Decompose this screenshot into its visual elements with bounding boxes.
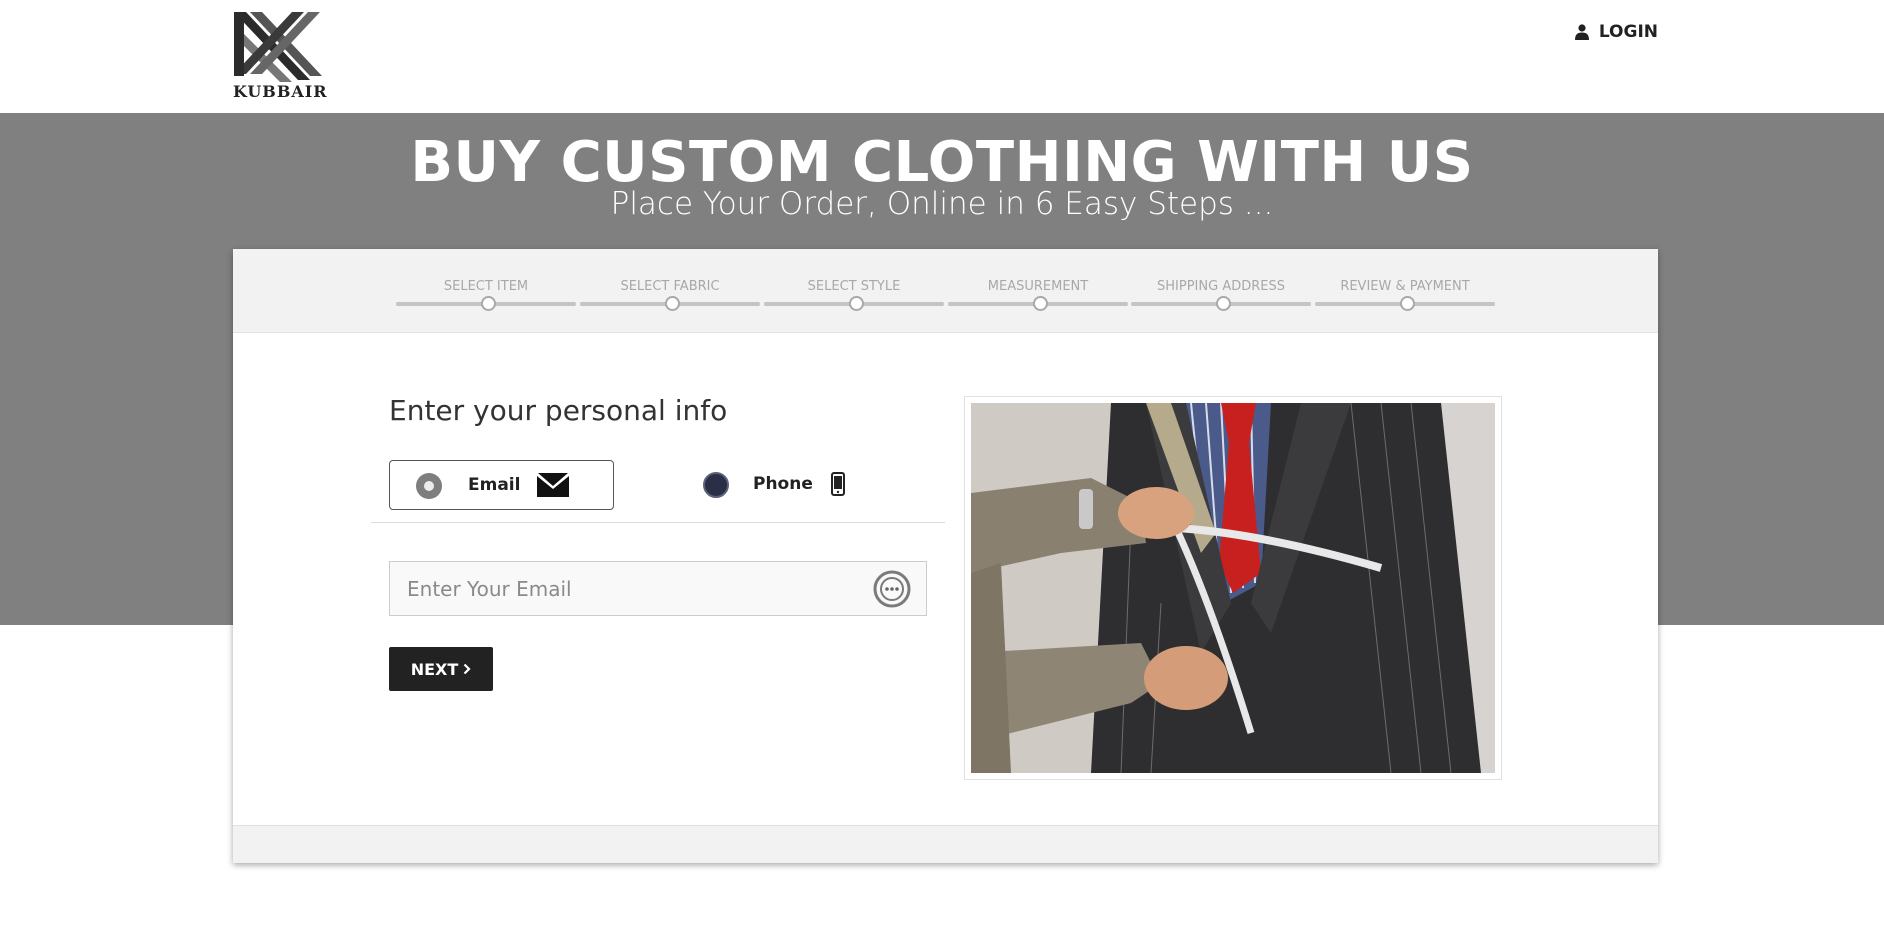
step-select-item[interactable]: SELECT ITEM bbox=[396, 279, 576, 319]
step-label: SELECT STYLE bbox=[807, 279, 901, 294]
chat-bubble-icon bbox=[873, 570, 911, 608]
user-icon bbox=[1574, 24, 1589, 40]
radio-selected[interactable] bbox=[416, 473, 442, 499]
login-label: LOGIN bbox=[1598, 22, 1658, 42]
email-option[interactable]: Email bbox=[389, 460, 614, 510]
step-label: SHIPPING ADDRESS bbox=[1157, 279, 1285, 294]
email-input[interactable] bbox=[390, 562, 860, 615]
step-marker bbox=[1216, 296, 1231, 311]
hero-subtitle: Place Your Order, Online in 6 Easy Steps… bbox=[610, 186, 1274, 222]
step-marker bbox=[665, 296, 680, 311]
step-measurement[interactable]: MEASUREMENT bbox=[948, 279, 1128, 319]
card-footer bbox=[233, 825, 1658, 863]
email-field-wrapper bbox=[389, 561, 927, 616]
email-option-label: Email bbox=[468, 475, 521, 495]
mobile-phone-icon bbox=[831, 472, 845, 496]
phone-option-label: Phone bbox=[753, 474, 813, 494]
login-link[interactable]: LOGIN bbox=[1574, 22, 1658, 42]
form-title: Enter your personal info bbox=[389, 394, 728, 427]
step-label: REVIEW & PAYMENT bbox=[1340, 279, 1470, 294]
photo-frame bbox=[964, 396, 1502, 780]
step-select-style[interactable]: SELECT STYLE bbox=[764, 279, 944, 319]
step-label: SELECT ITEM bbox=[443, 279, 529, 294]
order-card: SELECT ITEM SELECT FABRIC SELECT STYLE M… bbox=[233, 249, 1658, 863]
radio-unselected[interactable] bbox=[703, 472, 729, 498]
site-header: KUBBAIR LOGIN bbox=[0, 0, 1884, 113]
next-button-label: NEXT bbox=[410, 659, 459, 679]
step-review-payment[interactable]: REVIEW & PAYMENT bbox=[1315, 279, 1495, 319]
brand-name: KUBBAIR bbox=[233, 82, 328, 101]
divider bbox=[371, 522, 945, 523]
chevron-right-icon bbox=[464, 663, 471, 675]
step-shipping-address[interactable]: SHIPPING ADDRESS bbox=[1131, 279, 1311, 319]
tailor-measuring-photo bbox=[971, 403, 1495, 773]
step-label: SELECT FABRIC bbox=[620, 279, 720, 294]
step-marker bbox=[481, 296, 496, 311]
envelope-icon bbox=[537, 473, 569, 497]
step-label: MEASUREMENT bbox=[987, 279, 1089, 294]
step-marker bbox=[849, 296, 864, 311]
next-button[interactable]: NEXT bbox=[389, 647, 493, 691]
step-select-fabric[interactable]: SELECT FABRIC bbox=[580, 279, 760, 319]
step-marker bbox=[1400, 296, 1415, 311]
phone-option[interactable]: Phone bbox=[703, 460, 853, 510]
order-steps-progress: SELECT ITEM SELECT FABRIC SELECT STYLE M… bbox=[233, 249, 1658, 333]
step-marker bbox=[1033, 296, 1048, 311]
